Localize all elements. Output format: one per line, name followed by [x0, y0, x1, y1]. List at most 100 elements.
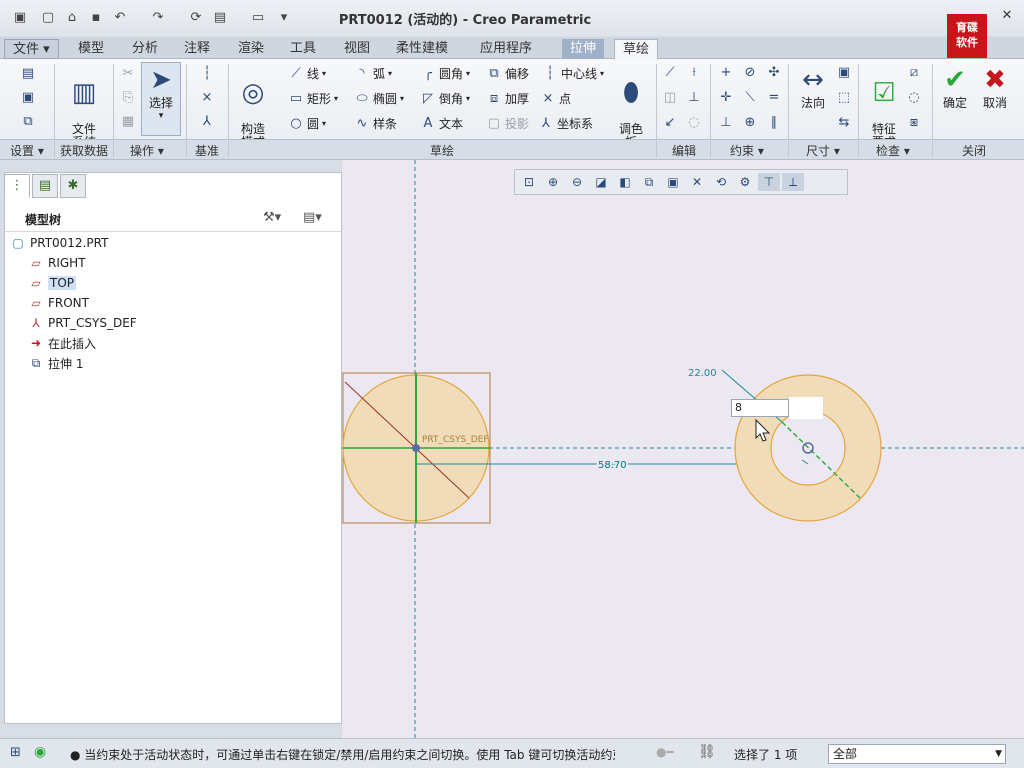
tree-item-insert-here[interactable]: ➜ 在此插入 [28, 334, 96, 352]
tab-render[interactable]: 渲染 [230, 39, 272, 59]
fillet-tool[interactable]: ╭ 圆角 ▾ [420, 65, 470, 82]
equal-constraint[interactable]: = [766, 90, 782, 106]
datum-display-icon[interactable]: ✕ [686, 173, 708, 191]
highlight-open-ends-button[interactable]: ⧄ [906, 65, 922, 81]
circle-tool[interactable]: ○ 圆 ▾ [288, 115, 326, 132]
annotation-display-icon[interactable]: ⚙ [734, 173, 756, 191]
sketch-canvas[interactable]: PRT_CSYS_DEF 58.70 58.70 22.00 [342, 160, 1024, 738]
datum-plane-icon: ▱ [31, 256, 41, 270]
refit-icon[interactable]: ⊡ [518, 173, 540, 191]
group-inspect[interactable]: 检查 ▾ [876, 142, 910, 159]
parallel-constraint[interactable]: ∥ [766, 115, 782, 131]
constraint-display-icon[interactable]: ⟂ [782, 173, 804, 191]
tree-settings-icon[interactable]: ⚒▾ [263, 210, 281, 225]
vertical-constraint[interactable]: + [718, 65, 734, 81]
tangent-constraint[interactable]: ⊘ [742, 65, 758, 81]
tree-item-extrude[interactable]: ⧉ 拉伸 1 [28, 354, 84, 372]
selection-filter-dropdown[interactable]: 全部 ▼ [828, 744, 1006, 764]
zoom-out-icon[interactable]: ⊖ [566, 173, 588, 191]
display-style-icon[interactable]: ◧ [614, 173, 636, 191]
references-button[interactable]: ⧉ [20, 114, 36, 130]
horizontal-constraint[interactable]: ✛ [718, 90, 734, 106]
cancel-button[interactable]: ✖ 取消 [978, 63, 1012, 110]
mirror-button[interactable]: ◫ [662, 90, 678, 106]
chamfer-tool[interactable]: ◸ 倒角 ▾ [420, 90, 470, 107]
cut-button[interactable]: ✂ [120, 66, 136, 82]
copy-button[interactable]: ⎘ [120, 90, 136, 106]
view-manager-icon[interactable]: ▣ [662, 173, 684, 191]
coincident-constraint[interactable]: ⟍ [742, 90, 758, 106]
tree-item-top[interactable]: ▱ TOP [28, 274, 77, 292]
tab-analysis[interactable]: 分析 [124, 39, 166, 59]
perpendicular-constraint[interactable]: ⊥ [718, 115, 734, 131]
thicken-tool[interactable]: ⧈ 加厚 [486, 90, 529, 107]
close-button[interactable]: ✕ [996, 8, 1018, 26]
arc-tool[interactable]: ◝ 弧 ▾ [354, 65, 392, 82]
sketcher-display-icon[interactable]: ⊤ [758, 173, 780, 191]
favorites-tab-icon[interactable]: ✱ [60, 174, 86, 198]
reference-dimension-button[interactable]: ⬚ [836, 90, 852, 106]
ellipse-tool[interactable]: ⬭ 椭圆 ▾ [354, 90, 404, 107]
diameter-dimension-text[interactable]: 22.00 [688, 368, 717, 379]
rotate-resize-button[interactable]: ◌ [686, 115, 702, 131]
tree-item-right[interactable]: ▱ RIGHT [28, 254, 85, 272]
corner-button[interactable]: ⊥ [686, 90, 702, 106]
tab-view[interactable]: 视图 [336, 39, 378, 59]
graphics-area[interactable]: PRT_CSYS_DEF 58.70 58.70 22.00 [342, 160, 1024, 738]
tree-item-part[interactable]: ▢ PRT0012.PRT [10, 234, 108, 252]
tab-model[interactable]: 模型 [70, 39, 112, 59]
spline-tool[interactable]: ∿ 样条 [354, 115, 397, 132]
sketch-view-button[interactable]: ▣ [20, 90, 36, 106]
tab-annotate[interactable]: 注释 [176, 39, 218, 59]
normal-dimension-button[interactable]: ↔ 法向 [794, 63, 832, 110]
datum-point-button[interactable]: × [199, 90, 215, 106]
ok-button[interactable]: ✔ 确定 [938, 63, 972, 110]
zoom-in-icon[interactable]: ⊕ [542, 173, 564, 191]
browser-toggle-icon[interactable]: ◉ [34, 744, 46, 760]
centerline-tool[interactable]: ┆ 中心线 ▾ [542, 65, 604, 82]
overlapping-geometry-button[interactable]: ⧆ [906, 115, 922, 131]
shade-closed-loops-button[interactable]: ◌ [906, 90, 922, 106]
baseline-button[interactable]: ⇆ [836, 115, 852, 131]
model-tree-tab-icon[interactable]: ⋮ [4, 174, 30, 198]
dimension-input[interactable]: 8 [731, 399, 789, 417]
project-tool[interactable]: ▢ 投影 [486, 115, 529, 132]
tree-item-front[interactable]: ▱ FRONT [28, 294, 89, 312]
select-button[interactable]: ➤ 选择 ▾ [141, 62, 181, 136]
spin-center-icon[interactable]: ⟲ [710, 173, 732, 191]
point-tool[interactable]: × 点 [540, 90, 571, 107]
paste-button[interactable]: ▦ [120, 114, 136, 130]
selection-filter-icon[interactable]: ⛓ [698, 744, 716, 760]
group-dimension[interactable]: 尺寸 ▾ [806, 142, 840, 159]
symmetric-constraint[interactable]: ⊕ [742, 115, 758, 131]
tab-file[interactable]: 文件 ▾ [4, 39, 59, 59]
saved-orientations-icon[interactable]: ⧉ [638, 173, 660, 191]
delete-segment-button[interactable]: ⟊ [686, 65, 702, 81]
tree-columns-icon[interactable]: ▤▾ [303, 210, 322, 225]
datum-csys-button[interactable]: ⅄ [199, 114, 215, 130]
smart-selection-icon[interactable]: ●━ [656, 745, 674, 759]
navigator-toggle-icon[interactable]: ⊞ [10, 745, 21, 760]
tree-item-csys[interactable]: ⅄ PRT_CSYS_DEF [28, 314, 136, 332]
coordinate-system-tool[interactable]: ⅄ 坐标系 [538, 115, 593, 132]
sketch-setup-button[interactable]: ▤ [20, 66, 36, 82]
divide-button[interactable]: ↙ [662, 115, 678, 131]
text-tool[interactable]: A 文本 [420, 115, 463, 132]
tab-sketch[interactable]: 草绘 [614, 39, 659, 59]
folder-browser-tab-icon[interactable]: ▤ [32, 174, 58, 198]
offset-tool[interactable]: ⧉ 偏移 [486, 65, 529, 82]
line-tool[interactable]: ⟋ 线 ▾ [288, 65, 326, 82]
tab-flexible-modeling[interactable]: 柔性建模 [388, 39, 456, 59]
tab-extrude[interactable]: 拉伸 [562, 39, 605, 59]
repaint-icon[interactable]: ◪ [590, 173, 612, 191]
tab-tools[interactable]: 工具 [282, 39, 324, 59]
midpoint-constraint[interactable]: ✣ [766, 65, 782, 81]
perimeter-button[interactable]: ▣ [836, 65, 852, 81]
rectangle-tool[interactable]: ▭ 矩形 ▾ [288, 90, 338, 107]
tab-applications[interactable]: 应用程序 [472, 39, 540, 59]
datum-centerline-button[interactable]: ┆ [199, 66, 215, 82]
group-constrain[interactable]: 约束 ▾ [730, 142, 764, 159]
group-setup[interactable]: 设置 ▾ [10, 142, 44, 159]
modify-button[interactable]: ⟋ [662, 65, 678, 81]
group-operations[interactable]: 操作 ▾ [130, 142, 164, 159]
